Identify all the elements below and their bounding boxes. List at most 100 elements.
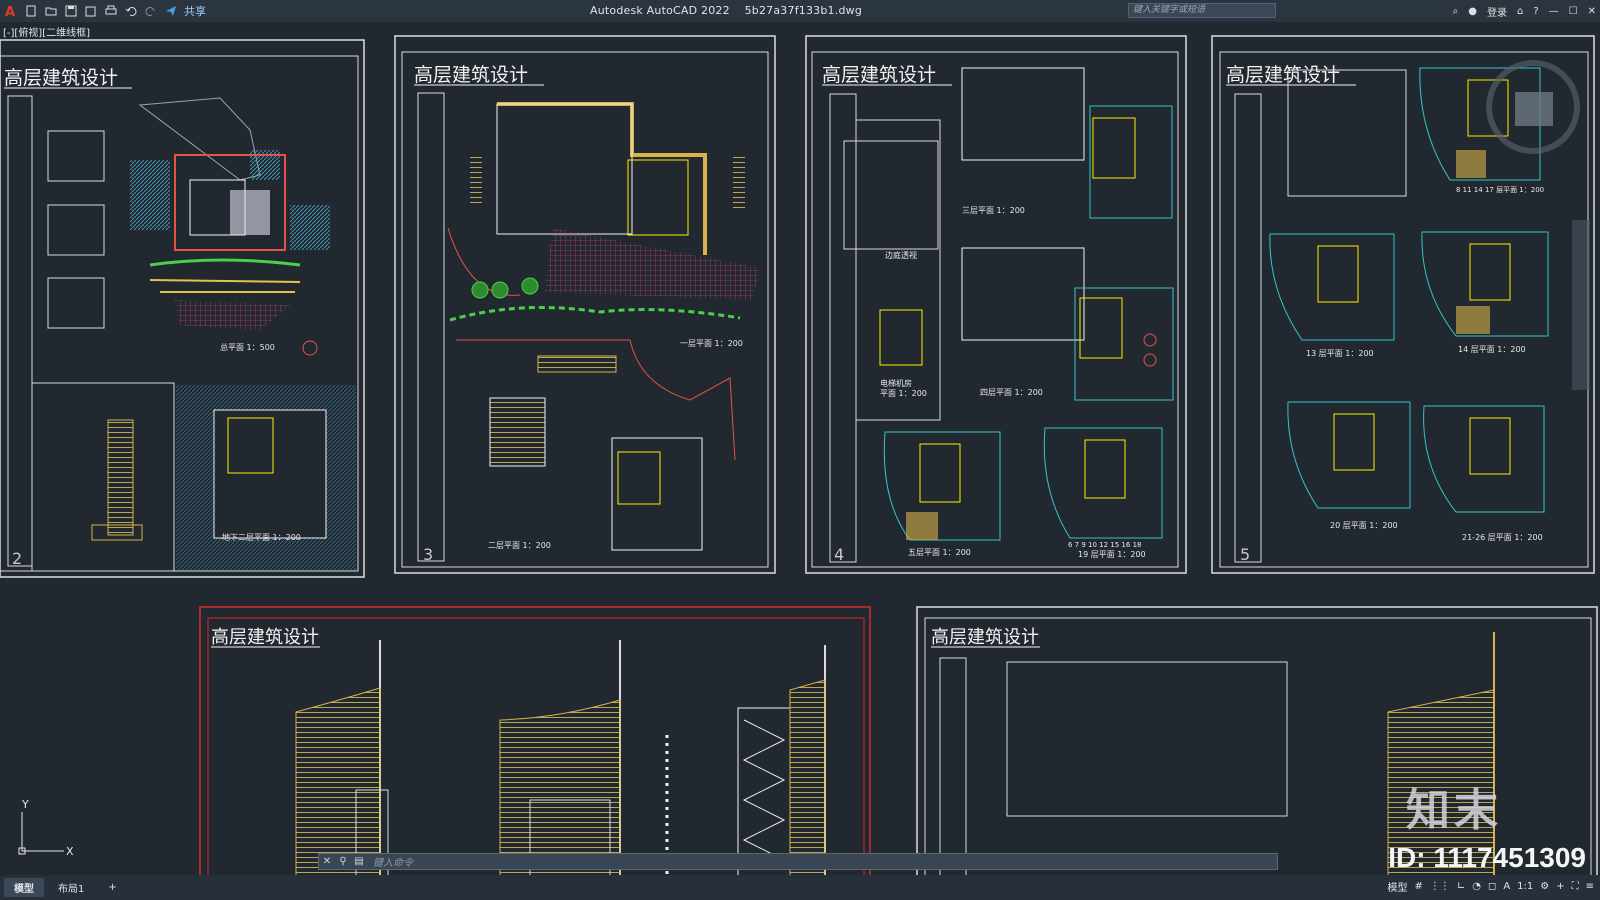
annotation-icon[interactable]: A <box>1503 881 1510 892</box>
customize-command-icon[interactable]: ⚲ <box>335 856 351 867</box>
sheet-4-side-panel <box>855 119 941 421</box>
sheet-elevations[interactable]: 高层建筑设计 <box>199 606 871 875</box>
sheet-bottom-right-title: 高层建筑设计 <box>931 627 1039 648</box>
undo-icon[interactable] <box>124 4 138 18</box>
caption-floors-8-17: 8 11 14 17 层平面 1：200 <box>1456 186 1544 194</box>
plus-icon[interactable]: + <box>1556 881 1564 892</box>
caption-atrium: 边庭透视 <box>885 250 917 260</box>
sheet-4-title: 高层建筑设计 <box>822 64 936 86</box>
polar-icon[interactable]: ◔ <box>1472 881 1481 892</box>
command-line[interactable]: ✕ ⚲ ▤ 键入命令 <box>318 853 1278 870</box>
caption-typical-floors-b: 19 层平面 1：200 <box>1078 550 1146 559</box>
caption-first-floor: 一层平面 1：200 <box>680 339 743 348</box>
sheet-5-number: 5 <box>1240 545 1250 564</box>
sheet-2-tower-panel <box>31 382 175 572</box>
sheet-5-title: 高层建筑设计 <box>1226 64 1340 86</box>
sheet-4-number: 4 <box>834 545 844 564</box>
save-as-icon[interactable] <box>84 4 98 18</box>
ucs-y-label: Y <box>21 798 29 811</box>
sheet-3-outer-frame <box>394 35 776 574</box>
minimize-icon[interactable]: — <box>1549 6 1559 17</box>
app-name: Autodesk AutoCAD 2022 <box>590 4 730 17</box>
annotation-scale[interactable]: 1:1 <box>1517 881 1533 892</box>
ucs-icon: Y X <box>18 798 74 858</box>
drawing-canvas[interactable]: 高层建筑设计 总平面 1：500 地下二层平面 1：200 2 高层建筑设计 一… <box>0 22 1600 875</box>
title-right-tools: ⌕ ● 登录 ⌂ ? — ☐ ✕ <box>1453 2 1596 20</box>
caption-floor-14: 14 层平面 1：200 <box>1458 345 1526 354</box>
add-layout-button[interactable]: + <box>98 880 126 895</box>
help-icon[interactable]: ? <box>1533 6 1538 17</box>
caption-second-floor: 二层平面 1：200 <box>488 541 551 550</box>
watermark-logo: 知末 <box>1406 785 1502 836</box>
save-icon[interactable] <box>64 4 78 18</box>
open-file-icon[interactable] <box>44 4 58 18</box>
sheet-4[interactable]: 高层建筑设计 边庭透视 电梯机房 平面 1：200 三层平面 1：200 四层平… <box>805 35 1187 574</box>
snap-icon[interactable]: ⋮⋮ <box>1430 881 1450 892</box>
user-icon[interactable]: ● <box>1468 6 1477 17</box>
new-file-icon[interactable] <box>24 4 38 18</box>
caption-typical-floors-a: 6 7 9 10 12 15 16 18 <box>1068 541 1141 549</box>
fullscreen-icon[interactable]: ⛶ <box>1572 881 1579 892</box>
status-tools: 模型 # ⋮⋮ ∟ ◔ ◻ A 1:1 ⚙ + ⛶ ≡ <box>1387 879 1594 894</box>
elevation-3 <box>737 645 826 875</box>
redo-icon[interactable] <box>144 4 158 18</box>
sheet-elevations-title: 高层建筑设计 <box>211 627 319 648</box>
grid-icon[interactable]: # <box>1414 881 1422 892</box>
sheet-3-inner-frame <box>401 51 769 568</box>
close-command-icon[interactable]: ✕ <box>319 856 335 867</box>
tab-layout1[interactable]: 布局1 <box>48 878 94 897</box>
command-input[interactable]: 键入命令 <box>367 854 413 869</box>
sheet-2-box-3 <box>47 277 105 329</box>
search-icon[interactable]: ⌕ <box>1453 6 1459 17</box>
basement-plan <box>213 409 327 539</box>
navigation-bar-scrollbar[interactable] <box>1572 220 1590 390</box>
plot-icon[interactable] <box>104 4 118 18</box>
model-space-toggle[interactable]: 模型 <box>1387 879 1407 894</box>
sheet-5[interactable]: 高层建筑设计 8 11 14 17 层平面 1：200 13 层平面 1：200… <box>1211 35 1595 574</box>
floor-plan-20 <box>1287 401 1411 509</box>
command-history-icon[interactable]: ▤ <box>351 856 367 867</box>
floor-plan-13 <box>1269 233 1395 341</box>
sheet-2-sidebar <box>7 95 33 567</box>
menu-icon[interactable]: ≡ <box>1586 881 1594 892</box>
quick-access-toolbar: A 共享 <box>0 3 206 19</box>
settings-gear-icon[interactable]: ⚙ <box>1540 881 1549 892</box>
login-label[interactable]: 登录 <box>1487 4 1507 19</box>
sheet-bottom-right-sidebar <box>939 657 967 875</box>
close-icon[interactable]: ✕ <box>1588 6 1596 17</box>
autocad-logo-icon[interactable]: A <box>4 4 18 18</box>
sheet-2-title: 高层建筑设计 <box>4 67 118 89</box>
caption-site-plan: 总平面 1：500 <box>220 342 275 352</box>
caption-elevator-room: 电梯机房 <box>880 378 912 388</box>
caption-third-floor: 三层平面 1：200 <box>962 206 1025 215</box>
osnap-icon[interactable]: ◻ <box>1488 881 1496 892</box>
viewcube-icon[interactable] <box>1515 92 1553 126</box>
sheet-5-sidebar <box>1234 93 1262 563</box>
search-input[interactable]: 键入关键字或短语 <box>1128 3 1276 18</box>
third-floor-plan <box>961 67 1173 219</box>
sheet-3[interactable]: 高层建筑设计 一层平面 1：200 二层平面 1：200 3 <box>394 35 776 574</box>
share-icon[interactable] <box>164 4 178 18</box>
caption-fourth-floor: 四层平面 1：200 <box>980 388 1043 397</box>
sheet-4-outer-frame <box>805 35 1187 574</box>
window-title: Autodesk AutoCAD 2022 5b27a37f133b1.dwg <box>590 4 862 17</box>
floor-plan-21-26 <box>1423 405 1545 513</box>
caption-floor-13: 13 层平面 1：200 <box>1306 349 1374 358</box>
tab-model[interactable]: 模型 <box>4 878 44 897</box>
second-floor-plan <box>456 339 736 551</box>
watermark-id: ID: 1117451309 <box>1388 842 1586 873</box>
sheet-2[interactable]: 高层建筑设计 总平面 1：500 地下二层平面 1：200 2 <box>0 39 365 578</box>
fourth-floor-plan <box>961 247 1174 401</box>
ortho-icon[interactable]: ∟ <box>1457 881 1465 892</box>
share-label[interactable]: 共享 <box>184 3 206 19</box>
elevation-2 <box>499 640 669 875</box>
sheet-2-number: 2 <box>12 549 22 568</box>
cart-icon[interactable]: ⌂ <box>1517 6 1523 17</box>
sheet-3-sidebar <box>417 92 445 562</box>
floor-plan-14 <box>1421 231 1549 337</box>
caption-elevator-scale: 平面 1：200 <box>880 389 927 398</box>
sheet-bottom-right-box <box>1006 661 1288 817</box>
status-bar: 模型 布局1 + 模型 # ⋮⋮ ∟ ◔ ◻ A 1:1 ⚙ + ⛶ ≡ <box>0 875 1600 900</box>
atrium-box <box>843 140 939 250</box>
maximize-icon[interactable]: ☐ <box>1569 6 1578 17</box>
